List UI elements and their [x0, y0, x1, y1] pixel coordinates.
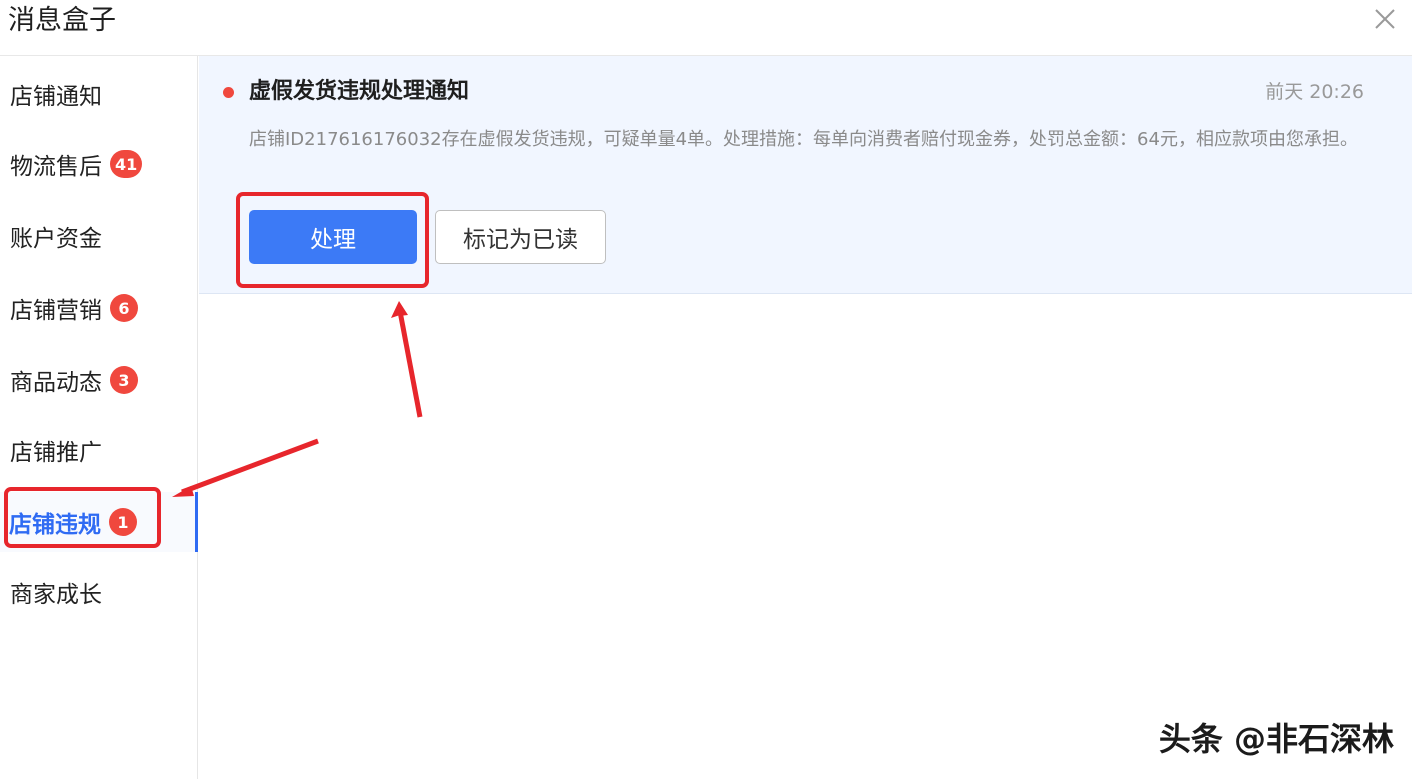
sidebar-item-product-updates[interactable]: 商品动态 3 — [0, 350, 198, 410]
watermark: 头条 @非石深林 — [1158, 720, 1394, 758]
message-title: 虚假发货违规处理通知 — [249, 79, 470, 104]
sidebar-item-label: 店铺通知 — [10, 84, 102, 110]
sidebar-item-label: 商家成长 — [10, 582, 102, 608]
unread-count-badge: 41 — [110, 150, 143, 178]
message-category-sidebar: 店铺通知 物流售后 41 账户资金 店铺营销 6 商品动态 3 店铺推广 店铺违… — [0, 56, 198, 779]
sidebar-item-store-notice[interactable]: 店铺通知 — [0, 64, 198, 124]
sidebar-item-logistics-aftersales[interactable]: 物流售后 41 — [0, 134, 198, 194]
unread-dot-icon — [223, 87, 234, 98]
message-content-area: 虚假发货违规处理通知 前天 20:26 店铺ID217616176032存在虚假… — [199, 56, 1412, 779]
close-icon[interactable] — [1372, 6, 1398, 32]
sidebar-item-store-promotion[interactable]: 店铺推广 — [0, 420, 198, 480]
unread-count-badge: 6 — [110, 294, 138, 322]
sidebar-item-store-marketing[interactable]: 店铺营销 6 — [0, 278, 198, 338]
dialog-header: 消息盒子 — [0, 0, 1412, 56]
message-card: 虚假发货违规处理通知 前天 20:26 店铺ID217616176032存在虚假… — [199, 56, 1412, 294]
sidebar-item-label: 商品动态 — [10, 370, 102, 396]
sidebar-item-label: 店铺推广 — [10, 440, 102, 466]
message-time: 前天 20:26 — [1265, 81, 1364, 103]
sidebar-item-label: 账户资金 — [10, 226, 102, 252]
sidebar-item-merchant-growth[interactable]: 商家成长 — [0, 562, 198, 622]
sidebar-item-store-violation[interactable]: 店铺违规 1 — [0, 492, 198, 552]
unread-count-badge: 1 — [109, 508, 137, 536]
message-body: 店铺ID217616176032存在虚假发货违规，可疑单量4单。处理措施：每单向… — [249, 129, 1358, 150]
mark-as-read-button[interactable]: 标记为已读 — [435, 210, 606, 264]
dialog-title: 消息盒子 — [8, 5, 116, 36]
unread-count-badge: 3 — [110, 366, 138, 394]
sidebar-item-label: 店铺营销 — [10, 298, 102, 324]
sidebar-item-label: 店铺违规 — [9, 512, 101, 538]
sidebar-item-label: 物流售后 — [10, 154, 102, 180]
handle-button[interactable]: 处理 — [249, 210, 417, 264]
sidebar-item-account-funds[interactable]: 账户资金 — [0, 206, 198, 266]
